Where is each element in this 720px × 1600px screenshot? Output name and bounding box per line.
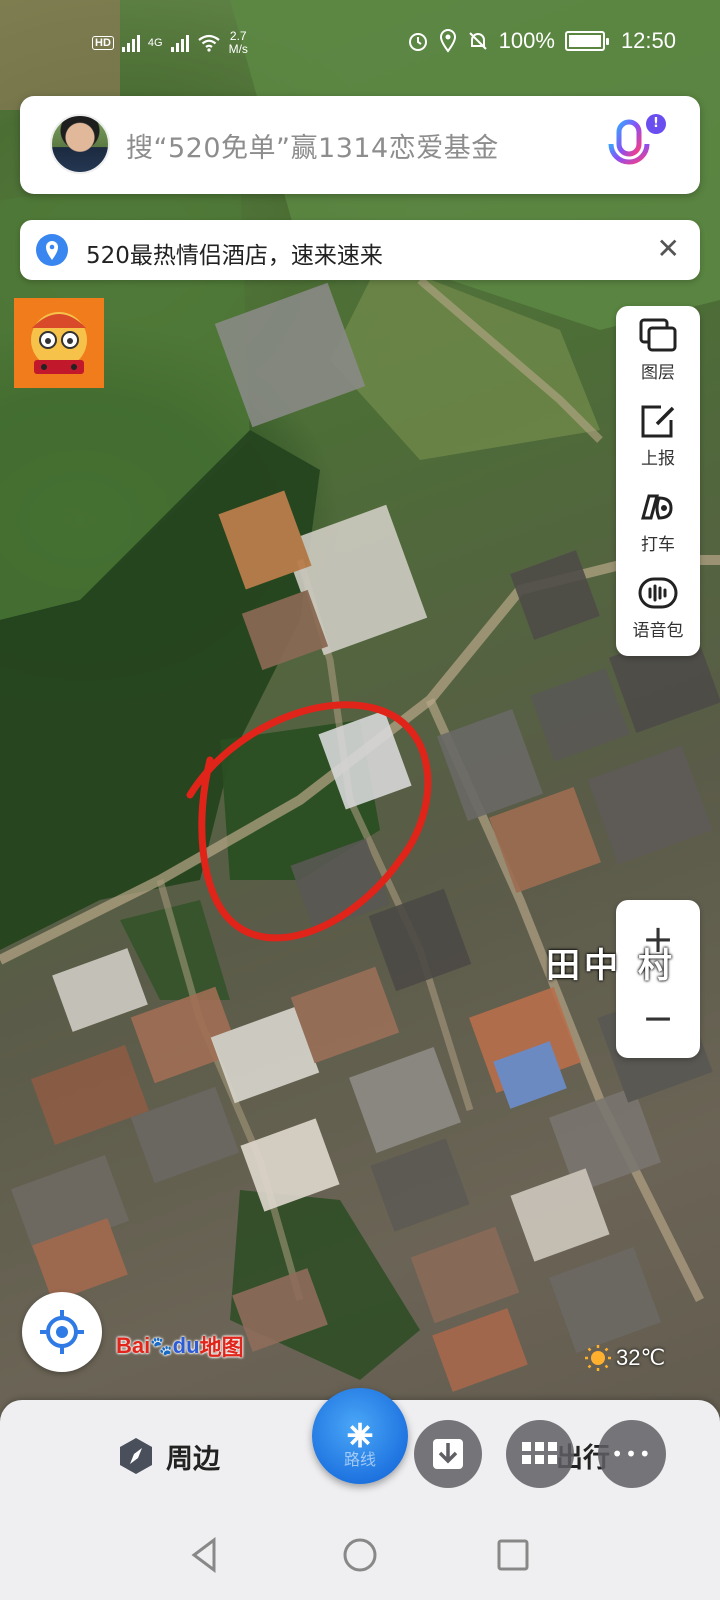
map-pin-icon bbox=[36, 234, 68, 266]
baidu-map-logo: Bai 🐾 du 地图 bbox=[116, 1330, 244, 1362]
battery-icon bbox=[564, 31, 609, 51]
grid-icon bbox=[522, 1442, 557, 1464]
clock: 12:50 bbox=[620, 28, 676, 53]
system-nav-bar bbox=[0, 1510, 720, 1600]
tool-taxi[interactable]: 打车 bbox=[616, 478, 700, 564]
locate-button[interactable] bbox=[22, 1292, 102, 1372]
report-edit-icon bbox=[641, 405, 675, 438]
location-icon bbox=[439, 29, 456, 53]
network-type: 4G bbox=[147, 37, 163, 49]
signal-icon bbox=[121, 34, 140, 52]
mascot-promo-icon[interactable] bbox=[14, 298, 104, 388]
search-input[interactable]: 搜“520免单”赢1314恋爱基金 bbox=[126, 126, 499, 165]
layers-icon bbox=[639, 318, 677, 352]
notice-text[interactable]: 520最热情侣酒店，速来速来 bbox=[86, 236, 383, 270]
search-bar[interactable]: 搜“520免单”赢1314恋爱基金 ! bbox=[20, 96, 700, 194]
battery-percent: 100% bbox=[498, 28, 555, 53]
logo-text-a: Bai bbox=[116, 1333, 151, 1358]
logo-text-b: du bbox=[172, 1333, 200, 1358]
mute-bell-icon bbox=[468, 32, 487, 50]
locate-icon bbox=[40, 1310, 84, 1354]
promo-notice[interactable]: 520最热情侣酒店，速来速来 ✕ bbox=[20, 220, 700, 280]
tool-label: 上报 bbox=[641, 449, 675, 469]
status-left: HD 4G 2.7 M/s bbox=[92, 30, 248, 56]
weather-indicator[interactable]: 32℃ bbox=[584, 1344, 665, 1372]
taxi-icon bbox=[641, 494, 673, 520]
tool-voice-pack[interactable]: 语音包 bbox=[616, 564, 700, 650]
avatar[interactable] bbox=[50, 114, 110, 174]
recents-icon[interactable] bbox=[488, 1530, 538, 1580]
tool-report[interactable]: 上报 bbox=[616, 392, 700, 478]
download-icon bbox=[433, 1439, 463, 1469]
status-bar: HD 4G 2.7 M/s 100% 12:50 bbox=[0, 0, 720, 88]
wifi-icon bbox=[197, 34, 220, 52]
tool-label: 打车 bbox=[641, 535, 675, 555]
route-button[interactable]: 路线 ⁕ bbox=[312, 1388, 408, 1484]
zoom-out-button[interactable]: − bbox=[616, 979, 700, 1058]
network-speed-unit: M/s bbox=[228, 42, 248, 56]
compass-icon bbox=[120, 1438, 152, 1474]
back-icon[interactable] bbox=[180, 1530, 230, 1580]
tool-label: 语音包 bbox=[632, 621, 684, 641]
nearby-button[interactable]: 周边 bbox=[116, 1436, 220, 1476]
mascot-graphic bbox=[31, 312, 87, 374]
download-button[interactable] bbox=[414, 1420, 482, 1488]
signal-icon-2 bbox=[170, 34, 189, 52]
mic-notification-badge: ! bbox=[646, 114, 666, 134]
village-label: 田中 村 bbox=[546, 946, 676, 986]
paw-icon: 🐾 bbox=[150, 1335, 173, 1356]
more-button[interactable]: ••• bbox=[598, 1420, 666, 1488]
route-glyph-icon: ⁕ bbox=[340, 1409, 380, 1463]
voice-pack-icon bbox=[638, 577, 678, 609]
alarm-icon bbox=[408, 33, 427, 51]
nearby-label: 周边 bbox=[166, 1443, 220, 1475]
map-tools-panel: 图层 上报 打车 语音包 bbox=[616, 306, 700, 656]
home-icon[interactable] bbox=[335, 1530, 385, 1580]
apps-grid-button[interactable] bbox=[506, 1420, 574, 1488]
sun-icon bbox=[585, 1345, 611, 1371]
logo-text-c: 地图 bbox=[199, 1335, 244, 1360]
tool-layers[interactable]: 图层 bbox=[616, 306, 700, 392]
temperature: 32℃ bbox=[616, 1345, 666, 1370]
tool-label: 图层 bbox=[641, 363, 675, 383]
status-right: 100% 12:50 bbox=[407, 28, 676, 54]
hd-indicator: HD bbox=[92, 36, 114, 50]
close-icon[interactable]: ✕ bbox=[657, 232, 680, 265]
network-speed: 2.7 M/s bbox=[229, 30, 248, 56]
